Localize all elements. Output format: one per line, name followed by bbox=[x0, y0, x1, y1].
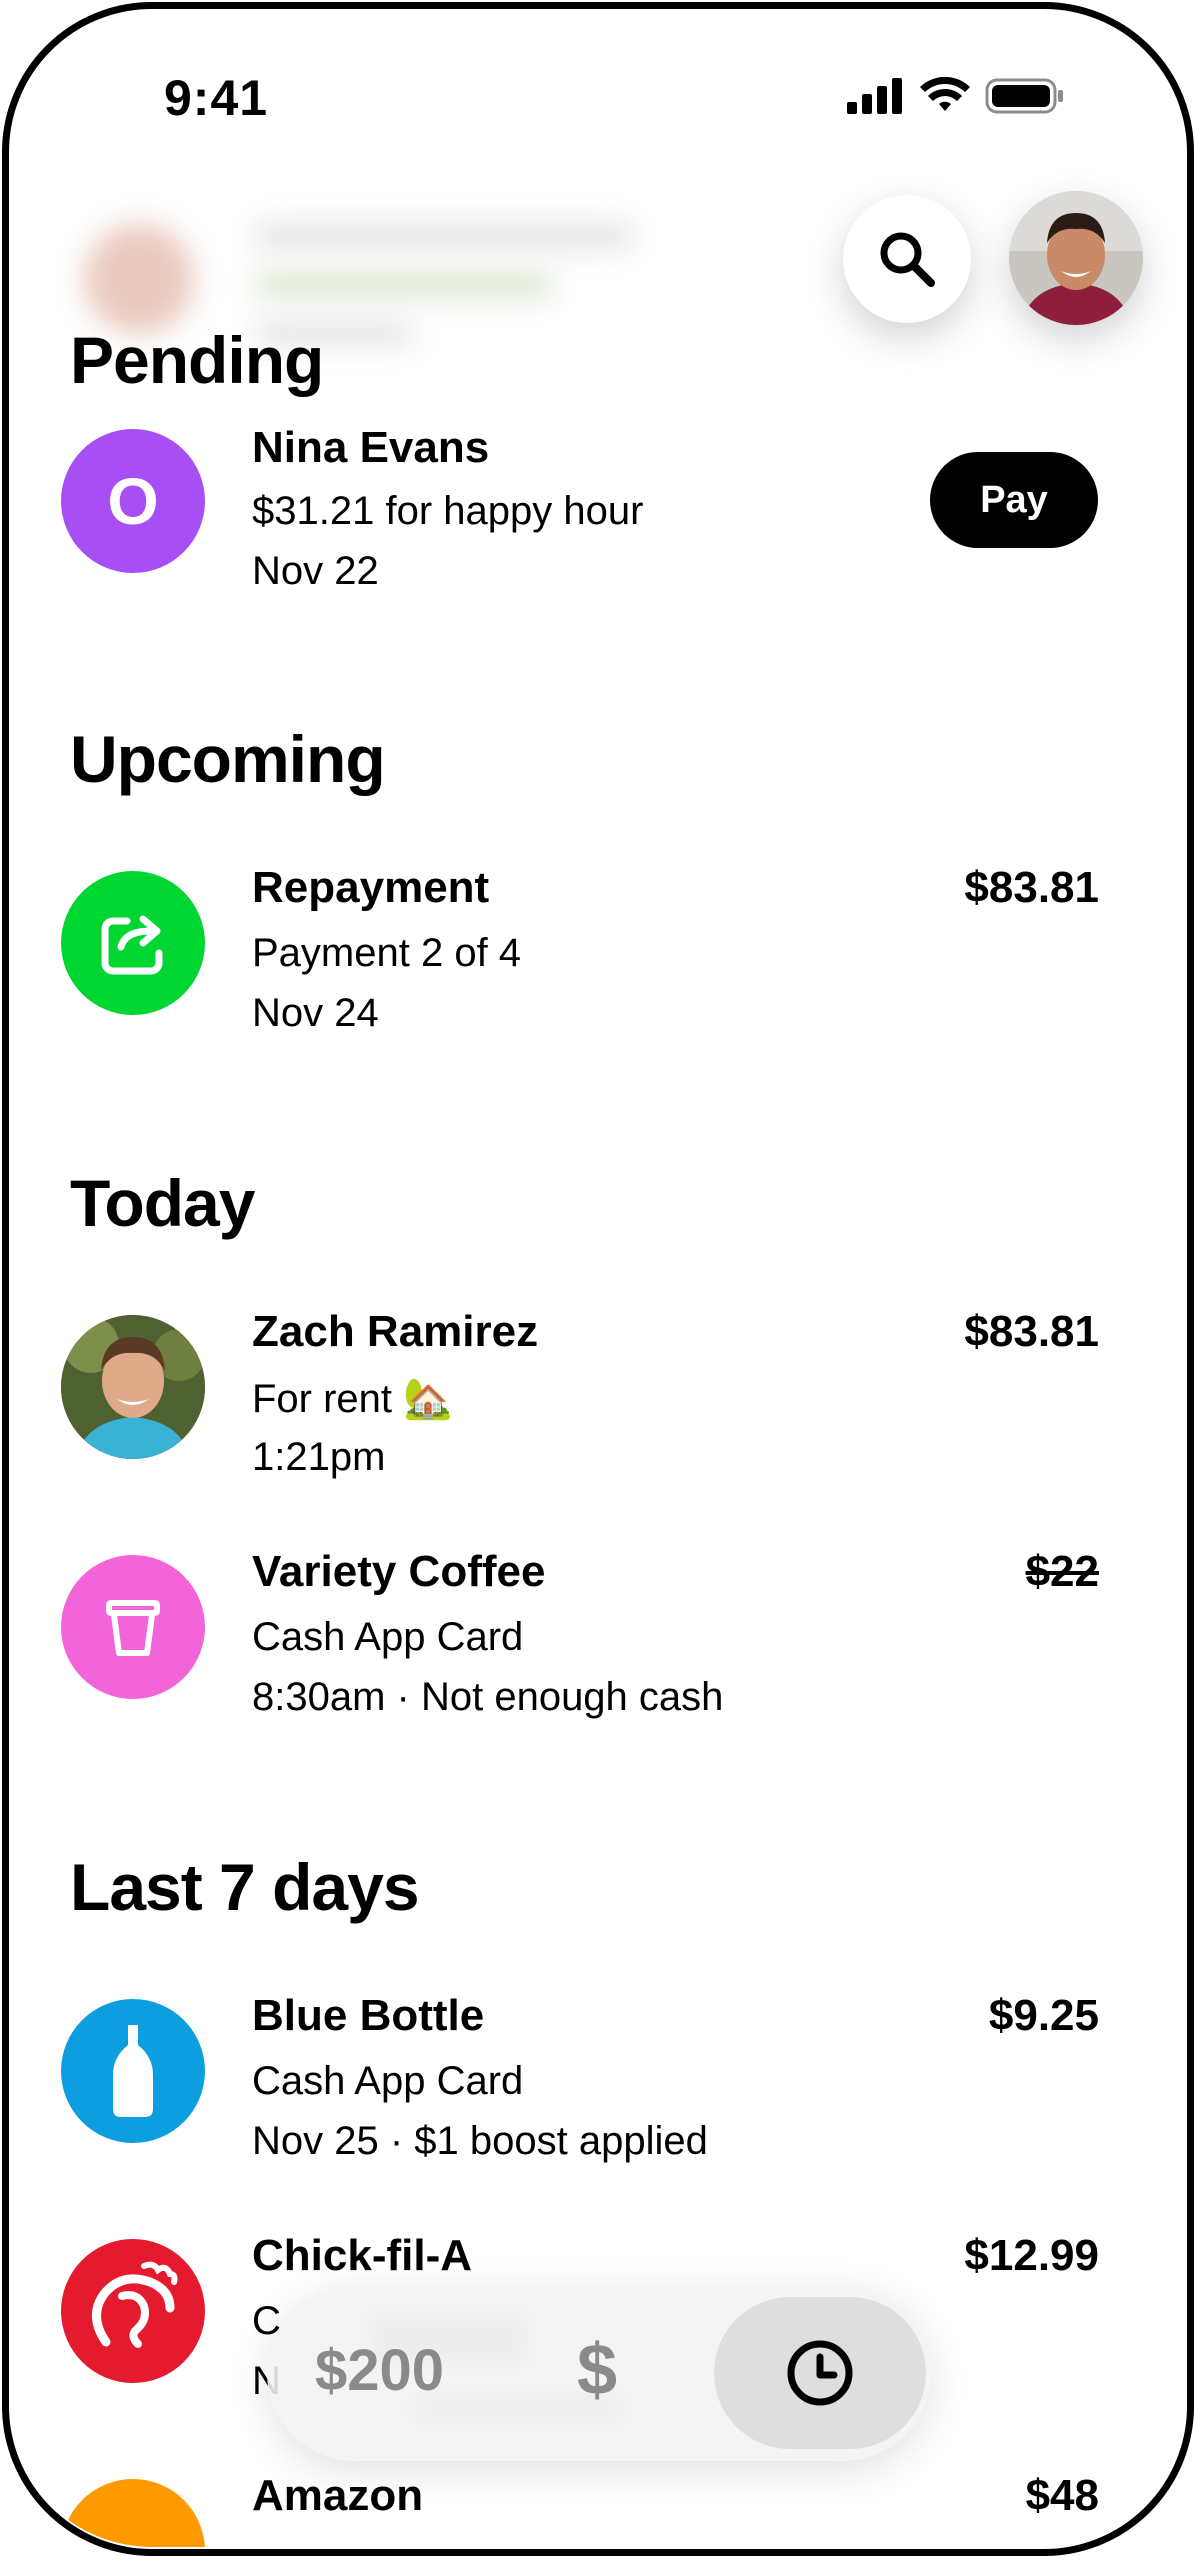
phone: 9:41 Pending O Nina Evans $31.21 for hap… bbox=[0, 0, 1194, 2556]
blue-bottle-icon bbox=[113, 2025, 153, 2117]
variety-coffee-description: Cash App Card bbox=[252, 1615, 524, 1659]
coffee-icon-circle bbox=[61, 1555, 205, 1699]
section-title-last-7-days: Last 7 days bbox=[70, 1850, 420, 1924]
profile-avatar[interactable] bbox=[1009, 191, 1143, 325]
variety-coffee-time: 8:30am · Not enough cash bbox=[252, 1675, 724, 1719]
pending-name: Nina Evans bbox=[252, 423, 490, 472]
activity-row-amazon[interactable]: a Amazon $48 bbox=[9, 2471, 1185, 2547]
money-tab[interactable]: $ bbox=[577, 2329, 617, 2411]
search-icon bbox=[880, 232, 935, 287]
upcoming-repayment-row[interactable]: Repayment Payment 2 of 4 Nov 24 $83.81 bbox=[9, 863, 1185, 1041]
section-title-pending: Pending bbox=[70, 323, 324, 397]
nina-avatar: O bbox=[61, 429, 205, 573]
blue-bottle-name: Blue Bottle bbox=[252, 1991, 485, 2040]
balance-tab[interactable]: $200 bbox=[315, 2337, 444, 2404]
amazon-logo: a bbox=[108, 2515, 158, 2548]
chick-fil-a-amount: $12.99 bbox=[964, 2231, 1099, 2280]
zach-name: Zach Ramirez bbox=[252, 1307, 539, 1356]
pay-button[interactable]: Pay bbox=[930, 452, 1098, 548]
clock-icon bbox=[787, 2340, 853, 2406]
repayment-arrow-icon bbox=[101, 915, 163, 975]
pending-date: Nov 22 bbox=[252, 549, 379, 593]
activity-row-blue-bottle[interactable]: Blue Bottle Cash App Card Nov 25 · $1 bo… bbox=[9, 1991, 1185, 2169]
status-time: 9:41 bbox=[164, 70, 269, 126]
blue-bottle-date: Nov 25 · $1 boost applied bbox=[252, 2119, 708, 2163]
repayment-date: Nov 24 bbox=[252, 991, 379, 1035]
repayment-icon-circle bbox=[61, 871, 205, 1015]
blue-bottle-amount: $9.25 bbox=[988, 1991, 1099, 2040]
amazon-icon-circle: a bbox=[61, 2479, 205, 2547]
zach-photo bbox=[61, 1315, 205, 1459]
repayment-name: Repayment bbox=[252, 863, 490, 912]
blue-bottle-icon-circle bbox=[61, 1999, 205, 2143]
activity-row-variety-coffee[interactable]: Variety Coffee Cash App Card 8:30am · No… bbox=[9, 1547, 1185, 1725]
zach-description: For rent 🏡 bbox=[252, 1377, 453, 1421]
section-title-upcoming: Upcoming bbox=[70, 722, 386, 796]
chick-fil-a-name: Chick-fil-A bbox=[252, 2231, 472, 2280]
battery-icon bbox=[985, 78, 1063, 114]
chick-fil-a-icon-circle bbox=[61, 2239, 205, 2383]
pending-description: $31.21 for happy hour bbox=[252, 489, 644, 533]
repayment-description: Payment 2 of 4 bbox=[252, 931, 522, 975]
amazon-name: Amazon bbox=[252, 2471, 424, 2520]
zach-amount: $83.81 bbox=[964, 1307, 1099, 1356]
search-button[interactable] bbox=[843, 195, 971, 323]
coffee-cup-icon bbox=[106, 1600, 160, 1656]
activity-row-zach[interactable]: Zach Ramirez For rent 🏡 1:21pm $83.81 bbox=[9, 1307, 1185, 1485]
status-icons bbox=[847, 77, 1065, 115]
chick-fil-a-logo bbox=[92, 2261, 178, 2348]
section-title-today: Today bbox=[70, 1166, 255, 1240]
activity-screen: 9:41 Pending O Nina Evans $31.21 for hap… bbox=[9, 9, 1185, 2547]
bottom-tab-bar: $200 $ bbox=[267, 2285, 931, 2461]
wifi-icon bbox=[920, 77, 970, 111]
variety-coffee-amount: $22 bbox=[1025, 1547, 1099, 1596]
variety-coffee-name: Variety Coffee bbox=[252, 1547, 546, 1596]
repayment-amount: $83.81 bbox=[964, 863, 1099, 912]
zach-time: 1:21pm bbox=[252, 1435, 386, 1479]
cellular-signal-icon bbox=[847, 78, 902, 114]
amazon-amount: $48 bbox=[1025, 2471, 1099, 2520]
zach-avatar bbox=[61, 1315, 205, 1459]
avatar-letter: O bbox=[107, 464, 159, 538]
activity-tab[interactable] bbox=[714, 2297, 926, 2449]
blue-bottle-description: Cash App Card bbox=[252, 2059, 524, 2103]
profile-photo bbox=[1009, 191, 1143, 325]
